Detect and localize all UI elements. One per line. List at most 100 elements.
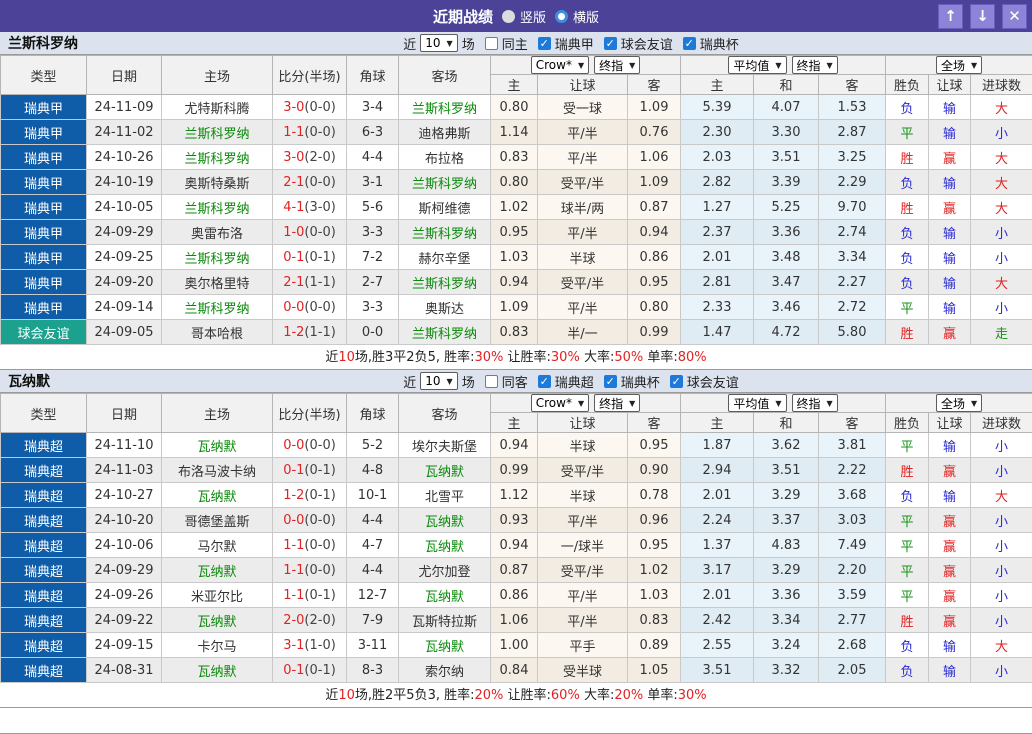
league-type-cell: 瑞典甲	[1, 195, 87, 220]
league-checkbox-0[interactable]: ✓	[538, 37, 551, 50]
match-row: 瑞典超24-09-29瓦纳默1-1(0-0)4-4尤尔加登0.87受平/半1.0…	[1, 558, 1032, 583]
crow-away-odds-cell: 0.78	[628, 483, 681, 508]
handicap-line-cell: 受平/半	[538, 458, 628, 483]
summary-value: 30%	[474, 350, 503, 365]
result-handicap-cell: 输	[929, 295, 971, 320]
avg-away-odds-cell: 3.68	[819, 483, 886, 508]
games-label: 场	[462, 34, 475, 53]
league-checkbox-0[interactable]: ✓	[538, 375, 551, 388]
window-buttons: ↑ ↓ ✕	[938, 4, 1032, 29]
result-goals-cell: 大	[971, 95, 1032, 120]
recent-count-select[interactable]: 10▼	[420, 372, 457, 390]
league-checkbox-2[interactable]: ✓	[683, 37, 696, 50]
avg-away-odds-cell: 7.49	[819, 533, 886, 558]
summary-value: 20%	[614, 688, 643, 703]
match-row: 瑞典甲24-09-25兰斯科罗纳0-1(0-1)7-2赫尔辛堡1.03半球0.8…	[1, 245, 1032, 270]
league-type-cell: 瑞典甲	[1, 145, 87, 170]
fulltime-score: 1-2	[283, 488, 304, 503]
sub-header: 主	[491, 413, 538, 433]
home-team-cell: 卡尔马	[162, 633, 273, 658]
home-team-cell: 奥雷布洛	[162, 220, 273, 245]
corner-cell: 10-1	[347, 483, 399, 508]
fulltime-score: 3-0	[283, 150, 304, 165]
same-venue-checkbox[interactable]	[485, 375, 498, 388]
result-goals-cell: 小	[971, 508, 1032, 533]
recent-label: 近	[403, 34, 416, 53]
score-cell: 1-0(0-0)	[273, 220, 347, 245]
match-row: 瑞典超24-11-03布洛马波卡纳0-1(0-1)4-8瓦纳默0.99受平/半0…	[1, 458, 1032, 483]
avg-draw-odds-cell: 5.25	[754, 195, 819, 220]
fulltime-score: 1-1	[283, 538, 304, 553]
home-team-cell: 尤特斯科腾	[162, 95, 273, 120]
layout-option-vertical[interactable]: 竖版	[502, 7, 546, 26]
league-checkbox-2[interactable]: ✓	[670, 375, 683, 388]
col-header-away-team-cell: 客场	[399, 56, 491, 95]
fulltime-select[interactable]: 全场▼	[936, 394, 982, 412]
final-odds-select[interactable]: 终指▼	[594, 394, 640, 412]
match-row: 瑞典甲24-10-05兰斯科罗纳4-1(3-0)5-6斯柯维德1.02球半/两0…	[1, 195, 1032, 220]
avg-away-odds-cell: 3.81	[819, 433, 886, 458]
match-row: 瑞典甲24-09-29奥雷布洛1-0(0-0)3-3兰斯科罗纳0.95平/半0.…	[1, 220, 1032, 245]
crow-away-odds-cell: 1.03	[628, 583, 681, 608]
league-checkbox-1[interactable]: ✓	[604, 375, 617, 388]
handicap-line-cell: 半球	[538, 245, 628, 270]
away-team-cell: 兰斯科罗纳	[399, 170, 491, 195]
fulltime-select[interactable]: 全场▼	[936, 56, 982, 74]
close-button[interactable]: ✕	[1002, 4, 1027, 29]
avg-draw-odds-cell: 4.72	[754, 320, 819, 345]
result-group-fulltime: 全场▼	[886, 394, 1032, 413]
average-select[interactable]: 平均值▼	[728, 56, 786, 74]
fulltime-score: 2-0	[283, 613, 304, 628]
layout-option-horizontal[interactable]: 横版	[555, 7, 599, 26]
result-goals-cell: 大	[971, 195, 1032, 220]
final-odds-select[interactable]: 终指▼	[594, 56, 640, 74]
radio-horizontal-icon[interactable]	[555, 10, 568, 23]
fulltime-score: 0-1	[283, 663, 304, 678]
avg-draw-odds-cell: 3.47	[754, 270, 819, 295]
match-row: 瑞典甲24-10-26兰斯科罗纳3-0(2-0)4-4布拉格0.83平/半1.0…	[1, 145, 1032, 170]
score-cell: 2-0(2-0)	[273, 608, 347, 633]
chevron-down-icon: ▼	[447, 377, 453, 386]
match-row: 瑞典超24-09-26米亚尔比1-1(0-1)12-7瓦纳默0.86平/半1.0…	[1, 583, 1032, 608]
crow-away-odds-cell: 1.09	[628, 95, 681, 120]
score-cell: 2-1(0-0)	[273, 170, 347, 195]
match-row: 瑞典甲24-11-02兰斯科罗纳1-1(0-0)6-3迪格弗斯1.14平/半0.…	[1, 120, 1032, 145]
crow-home-odds-cell: 0.87	[491, 558, 538, 583]
corner-cell: 5-2	[347, 433, 399, 458]
final-odds-select-2[interactable]: 终指▼	[792, 56, 838, 74]
avg-home-odds-cell: 1.37	[681, 533, 754, 558]
crow-company-select[interactable]: Crow*▼	[531, 394, 589, 412]
avg-draw-odds-cell: 3.37	[754, 508, 819, 533]
radio-vertical-icon[interactable]	[502, 10, 515, 23]
odds-group-crow: Crow*▼ 终指▼	[491, 56, 681, 75]
avg-home-odds-cell: 1.27	[681, 195, 754, 220]
recent-count-select[interactable]: 10▼	[420, 34, 457, 52]
crow-away-odds-cell: 0.76	[628, 120, 681, 145]
halftime-score: (0-0)	[304, 300, 335, 315]
corner-cell: 6-3	[347, 120, 399, 145]
date-cell: 24-11-03	[87, 458, 162, 483]
score-cell: 0-1(0-1)	[273, 458, 347, 483]
halftime-score: (2-0)	[304, 150, 335, 165]
crow-company-select[interactable]: Crow*▼	[531, 56, 589, 74]
same-venue-checkbox[interactable]	[485, 37, 498, 50]
home-team-cell: 瓦纳默	[162, 483, 273, 508]
score-cell: 0-0(0-0)	[273, 508, 347, 533]
move-up-button[interactable]: ↑	[938, 4, 963, 29]
result-handicap-cell: 输	[929, 633, 971, 658]
average-select[interactable]: 平均值▼	[728, 394, 786, 412]
result-winloss-cell: 负	[886, 170, 929, 195]
league-checkbox-1[interactable]: ✓	[604, 37, 617, 50]
avg-draw-odds-cell: 3.36	[754, 583, 819, 608]
avg-away-odds-cell: 3.59	[819, 583, 886, 608]
score-cell: 0-0(0-0)	[273, 433, 347, 458]
date-cell: 24-10-20	[87, 508, 162, 533]
final-odds-select-2[interactable]: 终指▼	[792, 394, 838, 412]
summary-text: 单率:	[643, 688, 678, 703]
corner-cell: 4-4	[347, 558, 399, 583]
match-row: 瑞典甲24-11-09尤特斯科腾3-0(0-0)3-4兰斯科罗纳0.80受一球1…	[1, 95, 1032, 120]
title-group: 近期战绩 竖版 横版	[0, 6, 1032, 27]
move-down-button[interactable]: ↓	[970, 4, 995, 29]
avg-draw-odds-cell: 3.62	[754, 433, 819, 458]
corner-cell: 0-0	[347, 320, 399, 345]
